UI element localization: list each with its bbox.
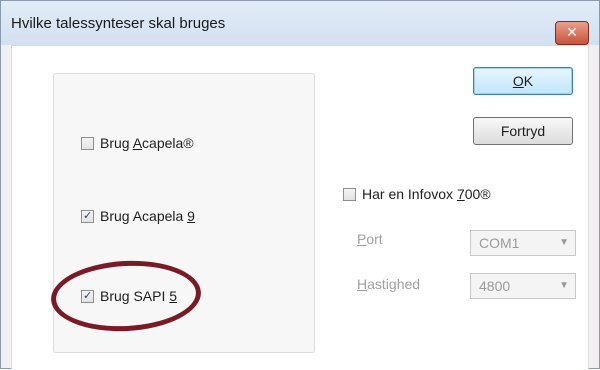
close-button[interactable]: ✕ [555, 21, 589, 45]
checkbox-infovox-label: Har en Infovox 700® [362, 186, 491, 202]
checkbox-acapela[interactable]: Brug Acapela® [81, 135, 194, 151]
checkbox-infovox[interactable]: Har en Infovox 700® [343, 186, 491, 202]
speed-label: Hastighed [357, 276, 421, 292]
speed-select[interactable]: 4800 ▼ [470, 273, 576, 299]
checkbox-infovox-box[interactable] [343, 187, 356, 201]
chevron-down-icon: ▼ [559, 280, 569, 291]
checkbox-acapela-9-box[interactable] [81, 209, 94, 223]
dialog-window: Hvilke talessynteser skal bruges ✕ Brug … [0, 0, 600, 370]
checkbox-acapela-9-label: Brug Acapela 9 [100, 208, 195, 224]
port-label: Port [357, 231, 383, 247]
chevron-down-icon: ▼ [559, 237, 569, 248]
port-select[interactable]: COM1 ▼ [470, 230, 576, 256]
checkbox-acapela-label: Brug Acapela® [100, 135, 194, 151]
title-bar: Hvilke talessynteser skal bruges ✕ [1, 1, 599, 45]
dialog-title: Hvilke talessynteser skal bruges [11, 15, 226, 32]
checkbox-acapela-9[interactable]: Brug Acapela 9 [81, 208, 195, 224]
ok-button[interactable]: OK [473, 67, 573, 95]
cancel-button[interactable]: Fortryd [473, 117, 573, 145]
checkbox-acapela-box[interactable] [81, 136, 94, 150]
